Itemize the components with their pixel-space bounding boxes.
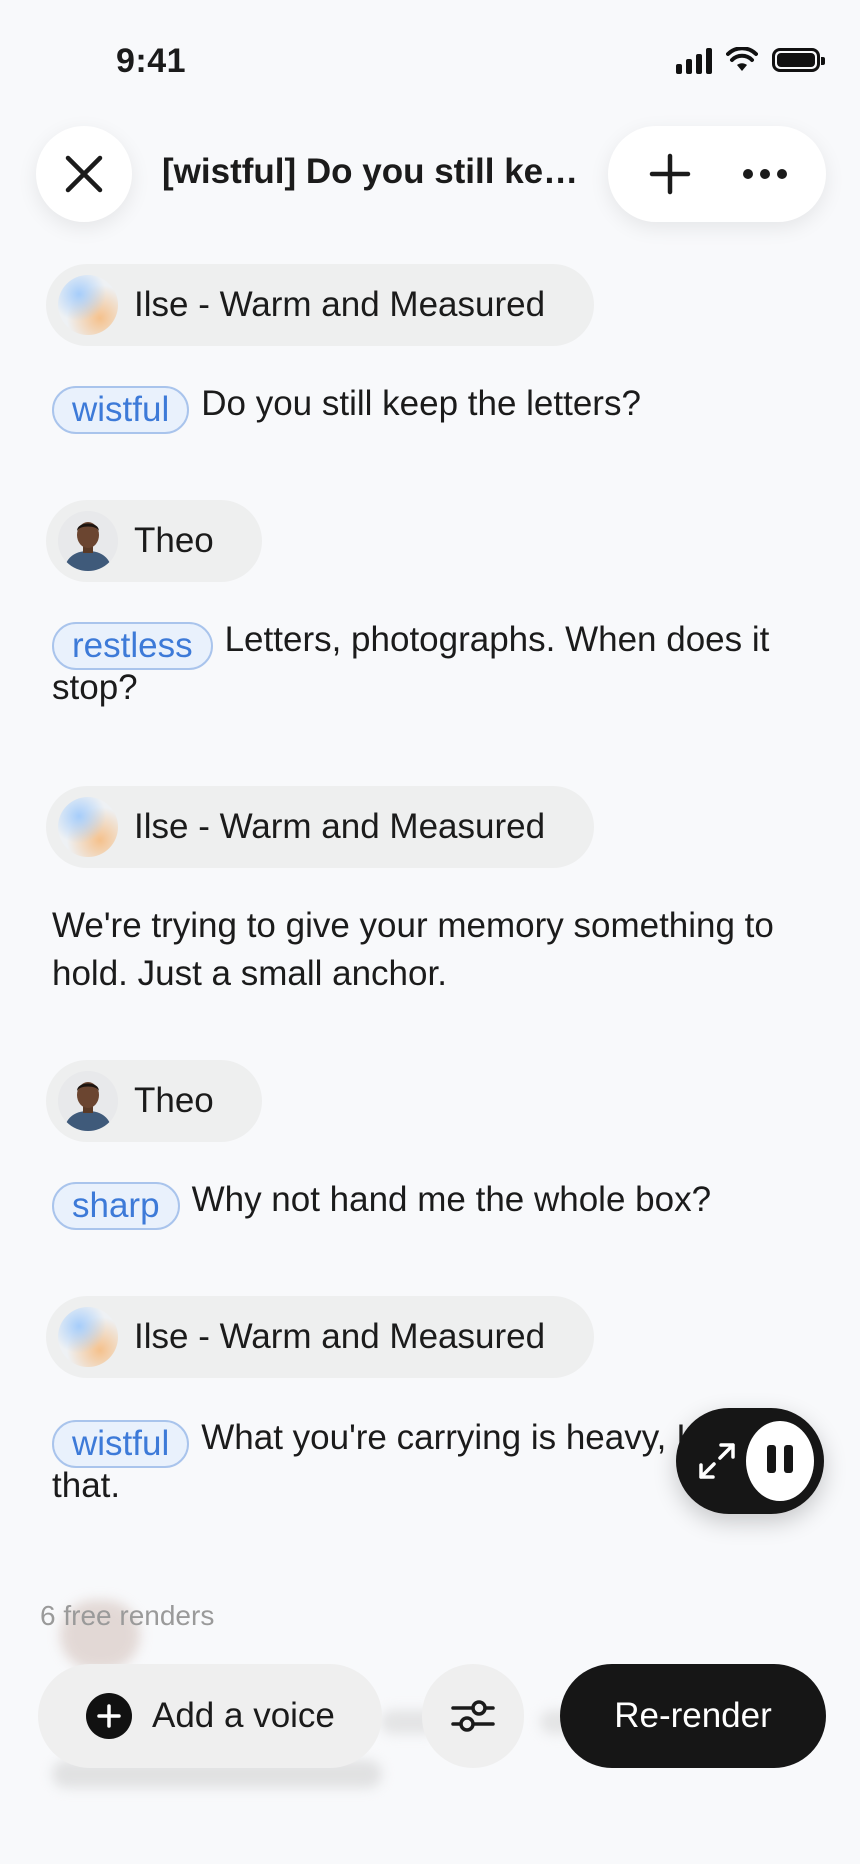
audio-player xyxy=(676,1408,824,1514)
speaker-name: Theo xyxy=(134,521,214,560)
battery-icon xyxy=(772,48,825,72)
pause-button[interactable] xyxy=(746,1421,814,1501)
settings-button[interactable] xyxy=(422,1664,524,1768)
speaker-chip-theo[interactable]: Theo xyxy=(46,500,262,582)
add-button[interactable] xyxy=(635,139,705,209)
status-bar: 9:41 xyxy=(0,0,860,120)
line-text: Do you still keep the letters? xyxy=(201,384,641,423)
more-icon xyxy=(742,169,787,179)
dialogue-line[interactable]: We're trying to give your memory somethi… xyxy=(52,902,812,998)
expand-icon xyxy=(699,1443,735,1479)
bottom-action-bar: Add a voice Re-render xyxy=(0,1664,860,1768)
line-text: Why not hand me the whole box? xyxy=(191,1180,712,1219)
sliders-icon xyxy=(451,1700,495,1732)
close-icon xyxy=(65,155,103,193)
emotion-tag[interactable]: restless xyxy=(52,622,213,670)
more-button[interactable] xyxy=(730,139,800,209)
status-icons xyxy=(676,46,825,74)
emotion-tag[interactable]: wistful xyxy=(52,386,190,434)
free-renders-count: 6 free renders xyxy=(40,1600,215,1631)
avatar xyxy=(58,1307,118,1367)
speaker-chip-ilse[interactable]: Ilse - Warm and Measured xyxy=(46,1296,594,1378)
close-button[interactable] xyxy=(36,126,132,222)
speaker-name: Ilse - Warm and Measured xyxy=(134,1317,546,1356)
plus-circle-icon xyxy=(86,1693,132,1739)
speaker-name: Ilse - Warm and Measured xyxy=(134,807,546,846)
avatar xyxy=(58,275,118,335)
signal-icon xyxy=(676,46,712,74)
status-time: 9:41 xyxy=(116,42,187,80)
speaker-chip-ilse[interactable]: Ilse - Warm and Measured xyxy=(46,264,594,346)
dialogue-line[interactable]: wistful Do you still keep the letters? xyxy=(52,380,812,434)
line-text: We're trying to give your memory somethi… xyxy=(52,906,774,993)
speaker-chip-ilse[interactable]: Ilse - Warm and Measured xyxy=(46,786,594,868)
wifi-icon xyxy=(726,47,758,71)
rerender-button[interactable]: Re-render xyxy=(560,1664,826,1768)
add-voice-button[interactable]: Add a voice xyxy=(38,1664,382,1768)
speaker-chip-theo[interactable]: Theo xyxy=(46,1060,262,1142)
pause-icon xyxy=(763,1444,797,1478)
add-voice-label: Add a voice xyxy=(152,1696,335,1735)
speaker-name: Ilse - Warm and Measured xyxy=(134,285,546,324)
page-title: [wistful] Do you still kee... xyxy=(162,152,582,191)
expand-button[interactable] xyxy=(696,1436,738,1486)
speaker-name: Theo xyxy=(134,1081,214,1120)
avatar xyxy=(58,797,118,857)
avatar xyxy=(58,511,118,571)
emotion-tag[interactable]: sharp xyxy=(52,1182,180,1230)
header-actions xyxy=(608,126,826,222)
emotion-tag[interactable]: wistful xyxy=(52,1420,190,1468)
dialogue-line[interactable]: restless Letters, photographs. When does … xyxy=(52,616,812,712)
dialogue-line[interactable]: sharp Why not hand me the whole box? xyxy=(52,1176,812,1230)
plus-icon xyxy=(649,153,690,195)
avatar xyxy=(58,1071,118,1131)
